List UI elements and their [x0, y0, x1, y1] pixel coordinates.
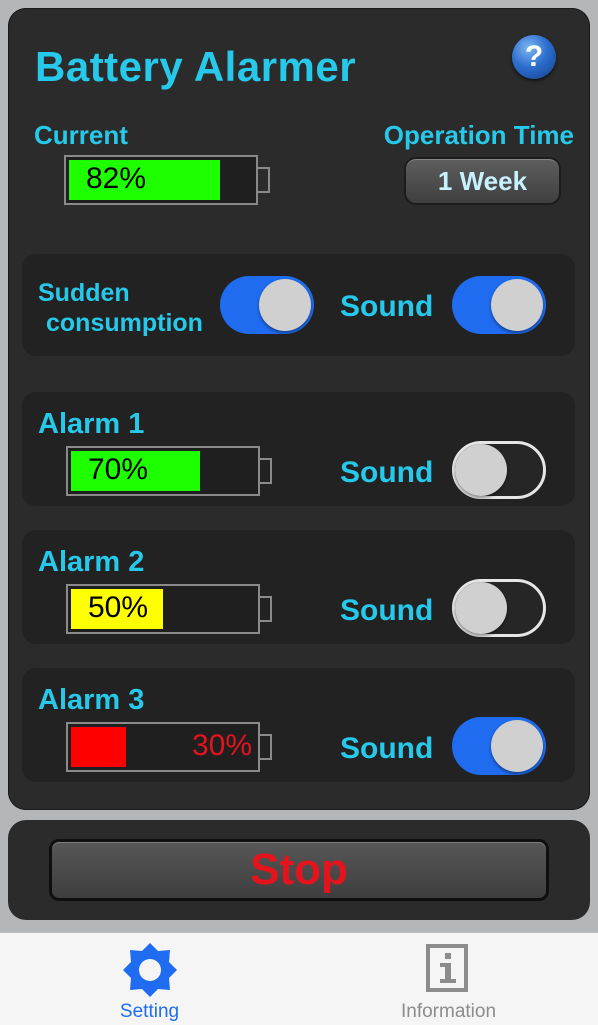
alarm-3-battery-indicator[interactable]: 30%: [66, 722, 272, 772]
battery-fill: [71, 727, 126, 767]
alarm-3-section: Alarm 3 30% Sound: [22, 668, 575, 782]
alarm-1-label: Alarm 1: [38, 408, 145, 440]
toggle-knob: [491, 279, 543, 331]
info-icon: [426, 944, 468, 992]
help-button[interactable]: ?: [512, 35, 556, 79]
tab-information-label: Information: [400, 1001, 497, 1022]
toggle-knob: [259, 279, 311, 331]
alarm-3-sound-toggle[interactable]: [452, 717, 546, 775]
stop-button[interactable]: Stop: [49, 839, 549, 901]
toggle-knob: [455, 444, 507, 496]
sudden-consumption-toggle[interactable]: [220, 276, 314, 334]
operation-time-button[interactable]: 1 Week: [404, 157, 561, 205]
sudden-sound-toggle[interactable]: [452, 276, 546, 334]
battery-percent: 70%: [88, 453, 149, 486]
alarm-1-battery-indicator[interactable]: 70%: [66, 446, 272, 496]
alarm-1-sound-label: Sound: [340, 456, 434, 489]
battery-percent: 30%: [191, 729, 252, 762]
battery-cap: [260, 458, 272, 484]
battery-percent: 50%: [88, 591, 149, 624]
battery-cap: [260, 734, 272, 760]
sudden-label-line1: Sudden: [38, 279, 130, 307]
settings-panel: Battery Alarmer ? Current Operation Time…: [8, 8, 590, 810]
battery-cap: [260, 596, 272, 622]
tab-setting[interactable]: Setting: [0, 933, 299, 1025]
alarm-1-section: Alarm 1 70% Sound: [22, 392, 575, 506]
battery-percent: 82%: [86, 162, 147, 195]
toggle-knob: [455, 582, 507, 634]
help-icon: ?: [524, 40, 544, 73]
alarm-3-label: Alarm 3: [38, 684, 145, 716]
current-battery-indicator: 82%: [64, 155, 270, 205]
current-label: Current: [34, 120, 128, 150]
operation-time-label: Operation Time: [383, 120, 574, 150]
tab-bar: Setting Information: [0, 932, 598, 1025]
sudden-consumption-section: Sudden consumption Sound: [22, 254, 575, 356]
gear-icon: [123, 943, 177, 997]
alarm-1-sound-toggle[interactable]: [452, 441, 546, 499]
alarm-2-section: Alarm 2 50% Sound: [22, 530, 575, 644]
battery-cap: [258, 167, 270, 193]
tab-information[interactable]: Information: [299, 933, 598, 1025]
alarm-2-battery-indicator[interactable]: 50%: [66, 584, 272, 634]
tab-setting-label: Setting: [119, 1001, 180, 1022]
app-title: Battery Alarmer: [35, 43, 357, 90]
alarm-2-sound-toggle[interactable]: [452, 579, 546, 637]
sudden-sound-label: Sound: [340, 290, 434, 323]
stop-panel: Stop: [8, 820, 590, 920]
alarm-2-label: Alarm 2: [38, 546, 145, 578]
alarm-2-sound-label: Sound: [340, 594, 434, 627]
sudden-consumption-label: Sudden consumption: [38, 278, 203, 338]
alarm-3-sound-label: Sound: [340, 732, 434, 765]
toggle-knob: [491, 720, 543, 772]
sudden-label-line2: consumption: [46, 309, 203, 337]
